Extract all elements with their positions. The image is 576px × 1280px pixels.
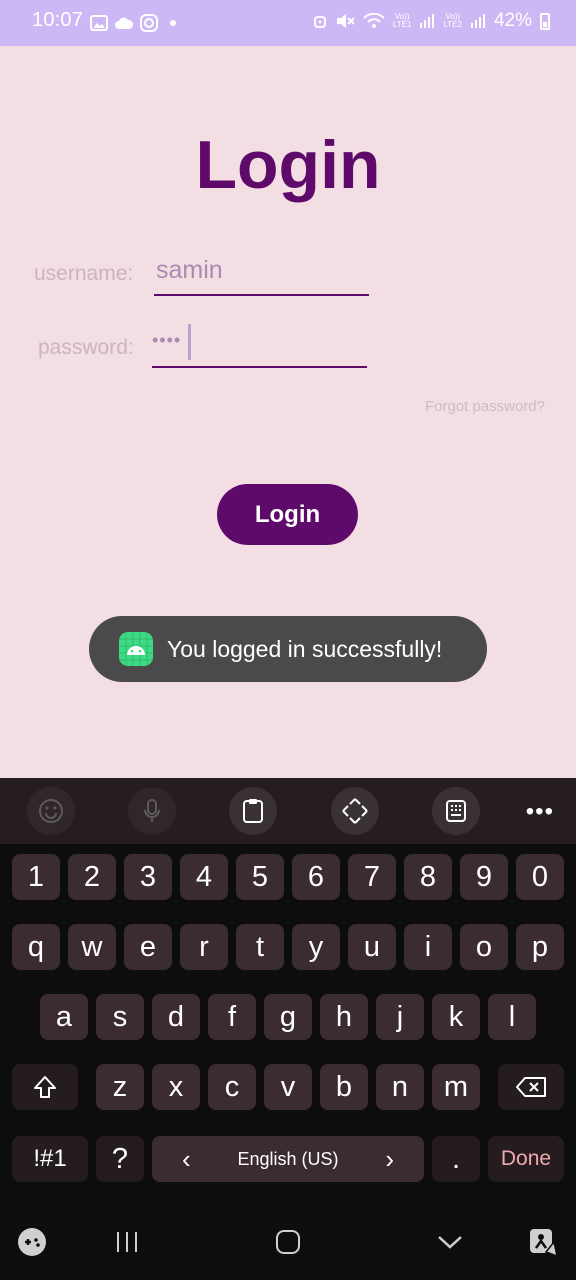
status-left-icons [90, 14, 182, 32]
wifi-icon [363, 13, 385, 28]
key-z[interactable]: z [96, 1064, 144, 1110]
key-v[interactable]: v [264, 1064, 312, 1110]
keypad-icon[interactable] [432, 787, 480, 835]
key-g[interactable]: g [264, 994, 312, 1040]
key-4[interactable]: 4 [180, 854, 228, 900]
key-l[interactable]: l [488, 994, 536, 1040]
signal-icon [470, 14, 485, 28]
key-e[interactable]: e [124, 924, 172, 970]
username-label: username: [34, 262, 134, 285]
status-bar: 10:07 Vo)) LTE1 Vo)) LTE2 42% [0, 0, 576, 46]
toast-message: You logged in successfully! [89, 616, 487, 682]
key-r[interactable]: r [180, 924, 228, 970]
home-icon[interactable] [274, 1226, 302, 1263]
key-f[interactable]: f [208, 994, 256, 1040]
key-3[interactable]: 3 [124, 854, 172, 900]
key-5[interactable]: 5 [236, 854, 284, 900]
key-h[interactable]: h [320, 994, 368, 1040]
key-a[interactable]: a [40, 994, 88, 1040]
mute-icon [336, 14, 355, 28]
gallery-icon [90, 15, 108, 31]
key-1[interactable]: 1 [12, 854, 60, 900]
keyboard: ••• 1 2 3 4 5 6 7 8 9 0 q w e r t y u i … [0, 778, 576, 1210]
key-2[interactable]: 2 [68, 854, 116, 900]
key-c[interactable]: c [208, 1064, 256, 1110]
question-key[interactable]: ? [96, 1136, 144, 1182]
android-icon [119, 632, 153, 666]
login-button[interactable]: Login [217, 484, 358, 545]
password-value: •••• [152, 330, 182, 350]
keyboard-toolbar: ••• [0, 778, 576, 844]
emoji-icon[interactable] [27, 787, 75, 835]
done-key-label: Done [500, 1147, 552, 1170]
accessibility-icon[interactable] [528, 1226, 559, 1263]
recents-icon[interactable] [114, 1226, 140, 1263]
cloud-icon [115, 17, 134, 29]
key-9[interactable]: 9 [460, 854, 508, 900]
battery-icon [540, 12, 550, 30]
symbols-key[interactable]: !#1 [12, 1136, 88, 1182]
key-6[interactable]: 6 [292, 854, 340, 900]
navigation-bar [0, 1210, 576, 1280]
backspace-icon [516, 1077, 546, 1097]
sim2-label: Vo)) LTE2 [443, 12, 462, 29]
more-icon[interactable]: ••• [526, 798, 554, 826]
symbols-key-label: !#1 [33, 1145, 67, 1172]
status-time: 10:07 [32, 9, 84, 31]
key-o[interactable]: o [460, 924, 508, 970]
key-i[interactable]: i [404, 924, 452, 970]
key-8[interactable]: 8 [404, 854, 452, 900]
login-screen: Login username: samin password: •••• For… [0, 46, 576, 778]
key-7[interactable]: 7 [348, 854, 396, 900]
key-0[interactable]: 0 [516, 854, 564, 900]
sim1-label: Vo)) LTE1 [392, 12, 412, 29]
shift-key[interactable] [12, 1064, 78, 1110]
clipboard-icon[interactable] [229, 787, 277, 835]
key-q[interactable]: q [12, 924, 60, 970]
key-x[interactable]: x [152, 1064, 200, 1110]
signal-icon [420, 14, 435, 28]
hide-keyboard-icon[interactable] [436, 1226, 464, 1263]
key-t[interactable]: t [236, 924, 284, 970]
mic-icon[interactable] [128, 787, 176, 835]
cursor-left-icon[interactable]: ‹ [182, 1144, 191, 1175]
dot-icon [170, 20, 176, 26]
key-y[interactable]: y [292, 924, 340, 970]
key-j[interactable]: j [376, 994, 424, 1040]
key-n[interactable]: n [376, 1064, 424, 1110]
key-d[interactable]: d [152, 994, 200, 1040]
password-label: password: [38, 336, 134, 359]
text-cursor [188, 324, 191, 360]
done-key[interactable]: Done [488, 1136, 564, 1182]
gamepad-icon[interactable] [16, 1226, 48, 1263]
page-title: Login [195, 127, 381, 203]
cursor-move-icon[interactable] [331, 787, 379, 835]
battery-percent: 42% [493, 10, 532, 31]
shift-icon [34, 1076, 56, 1098]
key-b[interactable]: b [320, 1064, 368, 1110]
alarm-icon [313, 16, 326, 28]
key-w[interactable]: w [68, 924, 116, 970]
forgot-password-link[interactable]: Forgot password? [425, 398, 545, 415]
username-value: samin [156, 256, 223, 284]
password-field[interactable]: •••• [152, 324, 367, 368]
period-key[interactable]: . [432, 1136, 480, 1182]
space-key[interactable]: ‹ English (US) › [152, 1136, 424, 1182]
space-key-label: English (US) [237, 1148, 339, 1169]
backspace-key[interactable] [498, 1064, 564, 1110]
key-m[interactable]: m [432, 1064, 480, 1110]
instagram-icon [140, 14, 158, 32]
username-field[interactable]: samin [154, 252, 369, 296]
key-u[interactable]: u [348, 924, 396, 970]
key-p[interactable]: p [516, 924, 564, 970]
cursor-right-icon[interactable]: › [385, 1144, 394, 1175]
status-right-icons: Vo)) LTE1 Vo)) LTE2 42% [313, 10, 550, 32]
toast-text: You logged in successfully! [167, 635, 443, 662]
key-s[interactable]: s [96, 994, 144, 1040]
key-k[interactable]: k [432, 994, 480, 1040]
